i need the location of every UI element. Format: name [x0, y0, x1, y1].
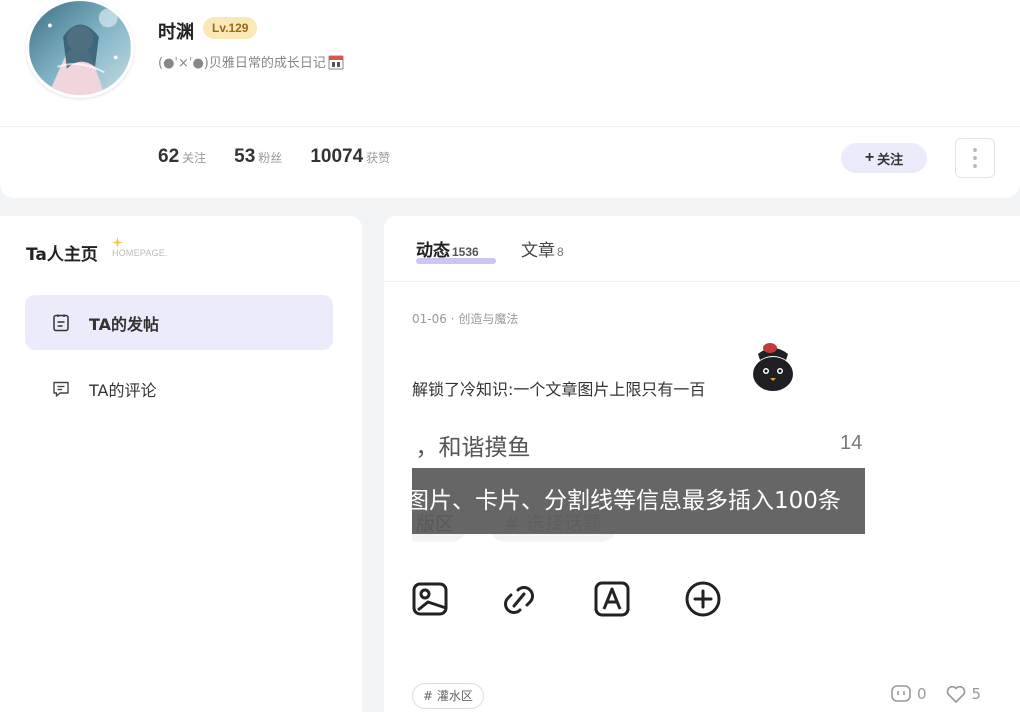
sparkle-icon [112, 237, 123, 248]
avatar[interactable] [26, 0, 134, 98]
image-toolbar [412, 580, 865, 618]
more-options-button[interactable] [955, 138, 995, 178]
avatar-image [29, 1, 131, 95]
tab-articles-label: 文章 [521, 241, 555, 261]
sidebar-item-posts[interactable]: TA的发帖 [25, 295, 333, 350]
plus-icon: + [864, 149, 875, 166]
user-bio-text: (●ˈ×ˈ●)贝雅日常的成长日记 [158, 56, 326, 71]
post-image[interactable]: ：，和谐摸鱼 14 版区 # 选择话题 图片、卡片、分割线等信息最多插入100条 [412, 418, 865, 618]
tab-activity[interactable]: 动态 1536 [416, 236, 479, 261]
username: 时渊 [158, 22, 194, 43]
stat-following-label: 关注 [182, 151, 207, 165]
content-tabs: 动态 1536 文章 8 [384, 216, 1020, 282]
heart-icon [946, 685, 965, 703]
image-icon [412, 582, 448, 616]
stat-likes-count: 10074 [310, 146, 364, 167]
post-text[interactable]: 解锁了冷知识:一个文章图片上限只有一百 [412, 376, 705, 400]
content-panel: 动态 1536 文章 8 01-06 · 创造与魔法 解锁了冷知识:一个文章图片上限… [384, 216, 1020, 712]
sidebar-item-comments[interactable]: TA的评论 [25, 361, 333, 416]
link-icon [504, 586, 534, 614]
comment-icon [53, 381, 69, 397]
stat-following[interactable]: 62 关注 [158, 146, 206, 168]
document-icon [53, 314, 69, 331]
profile-stats: 62 关注 53 粉丝 10074 获赞 [158, 146, 390, 168]
like-count: 5 [971, 685, 982, 703]
post-meta: 01-06 · 创造与魔法 [412, 312, 519, 326]
image-number: 14 [840, 432, 863, 454]
follow-button-label: 关注 [877, 151, 904, 167]
stat-following-count: 62 [158, 146, 180, 167]
image-tooltip: 图片、卡片、分割线等信息最多插入100条 [412, 468, 865, 534]
stat-followers-label: 粉丝 [258, 151, 283, 165]
profile-header: 时渊 Lv.129 (●ˈ×ˈ●)贝雅日常的成长日记 62 关注 53 粉丝 100… [0, 0, 1020, 198]
comment-count: 0 [917, 685, 927, 703]
like-action[interactable]: 5 [945, 684, 982, 704]
calendar-icon [328, 55, 344, 70]
sidebar-item-comments-label: TA的评论 [89, 380, 157, 400]
tab-articles-count: 8 [557, 245, 564, 259]
header-divider [0, 126, 1020, 127]
image-tooltip-text: 图片、卡片、分割线等信息最多插入100条 [412, 488, 841, 514]
more-dots-icon [973, 148, 977, 152]
comment-bubble-icon [891, 685, 911, 702]
sidebar-subtitle: HOMEPAGE. [112, 248, 168, 258]
user-bio: (●ˈ×ˈ●)贝雅日常的成长日记 [158, 52, 344, 71]
tab-articles[interactable]: 文章 8 [521, 236, 564, 261]
level-badge: Lv.129 [203, 17, 258, 39]
stat-followers[interactable]: 53 粉丝 [234, 146, 282, 168]
stat-likes: 10074 获赞 [310, 146, 390, 168]
penguin-sticker-icon [749, 343, 797, 394]
comment-action[interactable]: 0 [890, 684, 927, 704]
stat-followers-count: 53 [234, 146, 256, 167]
add-circle-icon [685, 581, 721, 617]
image-text-line: ：，和谐摸鱼 [412, 435, 531, 461]
sidebar-title: Ta人主页 [26, 245, 98, 265]
follow-button[interactable]: + 关注 [841, 143, 927, 173]
homepage-sidebar: Ta人主页 HOMEPAGE. TA的发帖 TA的评论 [0, 216, 362, 712]
stat-likes-label: 获赞 [366, 151, 391, 165]
text-style-icon [594, 581, 630, 617]
post-actions: 0 5 [890, 684, 981, 704]
post-topic-tag[interactable]: # 灌水区 [412, 683, 484, 709]
tab-activity-count: 1536 [452, 245, 479, 259]
tab-activity-label: 动态 [416, 241, 450, 261]
sidebar-item-posts-label: TA的发帖 [89, 314, 160, 334]
